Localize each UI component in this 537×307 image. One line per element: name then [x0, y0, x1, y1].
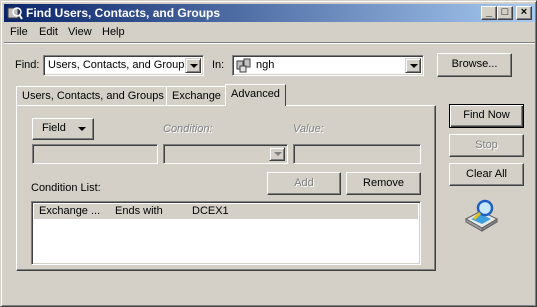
field-button[interactable]: Field	[32, 118, 94, 140]
condition-operator-cell: Ends with	[115, 205, 163, 217]
value-label: Value:	[293, 123, 324, 135]
window-title: Find Users, Contacts, and Groups	[26, 6, 221, 20]
find-type-value: Users, Contacts, and Groups	[48, 59, 190, 71]
tab-users-contacts-groups[interactable]: Users, Contacts, and Groups	[16, 86, 170, 106]
condition-select[interactable]	[163, 144, 288, 164]
add-button[interactable]: Add	[267, 172, 341, 195]
condition-value-cell: DCEX1	[192, 205, 229, 217]
find-type-select[interactable]: Users, Contacts, and Groups	[43, 55, 204, 76]
condition-label: Condition:	[163, 123, 213, 135]
condition-field-cell: Exchange ...	[39, 205, 101, 217]
domain-icon	[236, 58, 251, 73]
chevron-down-icon[interactable]	[185, 58, 201, 73]
find-people-icon	[7, 7, 23, 20]
maximize-button[interactable]: □	[497, 6, 513, 20]
tab-exchange[interactable]: Exchange	[166, 86, 227, 106]
menu-bar: File Edit View Help	[4, 23, 535, 42]
remove-button[interactable]: Remove	[346, 172, 421, 195]
menu-file[interactable]: File	[10, 26, 28, 38]
menu-edit[interactable]: Edit	[39, 26, 58, 38]
tab-advanced[interactable]: Advanced	[225, 84, 286, 106]
find-label: Find:	[15, 59, 40, 71]
browse-button[interactable]: Browse...	[437, 53, 512, 77]
search-magnifier-icon	[464, 199, 499, 232]
chevron-down-icon[interactable]	[405, 58, 421, 73]
value-input[interactable]	[293, 144, 421, 164]
in-label: In:	[212, 59, 225, 71]
close-button[interactable]: ×	[516, 6, 532, 20]
find-dialog-window: Find Users, Contacts, and Groups _ □ × F…	[0, 0, 537, 307]
in-location-value: ngh	[256, 59, 275, 71]
menu-separator	[4, 42, 535, 44]
clear-all-button[interactable]: Clear All	[449, 163, 524, 186]
in-location-select[interactable]: ngh	[232, 55, 424, 76]
title-bar[interactable]: Find Users, Contacts, and Groups _ □ ×	[4, 4, 535, 22]
condition-list[interactable]: Exchange ... Ends with DCEX1	[31, 201, 421, 265]
find-now-button[interactable]: Find Now	[449, 104, 524, 128]
chevron-down-icon[interactable]	[269, 147, 285, 161]
condition-list-label: Condition List:	[31, 182, 101, 194]
list-item[interactable]: Exchange ... Ends with DCEX1	[34, 204, 418, 219]
menu-view[interactable]: View	[68, 26, 92, 38]
chevron-down-icon	[78, 127, 86, 131]
stop-button[interactable]: Stop	[449, 134, 524, 157]
menu-help[interactable]: Help	[102, 26, 125, 38]
field-input[interactable]	[32, 144, 158, 164]
minimize-button[interactable]: _	[481, 6, 497, 20]
